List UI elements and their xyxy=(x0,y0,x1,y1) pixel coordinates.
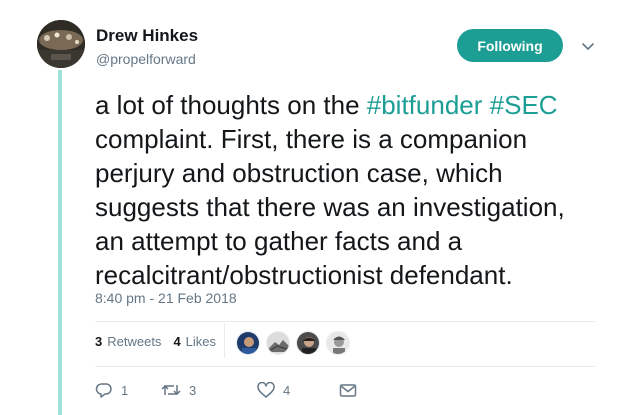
heart-icon xyxy=(257,381,275,398)
retweet-icon xyxy=(161,384,181,396)
liker-avatars xyxy=(236,331,356,355)
retweet-button[interactable]: 3 xyxy=(161,381,257,399)
likes-stat[interactable]: 4 Likes xyxy=(173,334,216,349)
thread-line xyxy=(58,70,62,415)
liker-avatar[interactable] xyxy=(266,331,290,355)
author-handle[interactable]: @propelforward xyxy=(96,51,196,67)
like-button[interactable]: 4 xyxy=(257,381,339,399)
tweet-text-line: recalcitrant/obstructionist defendant. xyxy=(95,260,513,290)
tweet-timestamp[interactable]: 8:40 pm - 21 Feb 2018 xyxy=(95,290,237,306)
divider xyxy=(95,366,595,367)
author-avatar[interactable] xyxy=(37,20,85,68)
tweet-text-line: perjury and obstruction case, which xyxy=(95,158,503,188)
tweet-text-line: complaint. First, there is a companion xyxy=(95,124,528,154)
liker-avatar[interactable] xyxy=(236,331,260,355)
following-button[interactable]: Following xyxy=(457,29,563,62)
tweet-actions: 1 3 4 xyxy=(95,381,357,399)
direct-message-button[interactable] xyxy=(339,383,357,398)
retweets-count: 3 xyxy=(95,334,103,349)
stats-separator xyxy=(224,323,225,358)
liker-avatar[interactable] xyxy=(326,331,350,355)
chevron-down-icon[interactable] xyxy=(580,38,596,54)
tweet-text-line: an attempt to gather facts and a xyxy=(95,226,463,256)
author-name[interactable]: Drew Hinkes xyxy=(96,26,198,46)
likes-count: 4 xyxy=(173,334,181,349)
reply-count: 1 xyxy=(121,382,129,398)
reply-button[interactable]: 1 xyxy=(95,381,161,399)
tweet-text: a lot of thoughts on the #bitfunder #SEC… xyxy=(95,88,615,292)
tweet-text-line: suggests that there was an investigation… xyxy=(95,192,565,222)
retweets-stat[interactable]: 3 Retweets xyxy=(95,334,161,349)
tweet-stats: 3 Retweets 4 Likes xyxy=(95,334,228,349)
reply-icon xyxy=(95,383,112,398)
envelope-icon xyxy=(339,383,357,397)
hashtag-link[interactable]: #bitfunder xyxy=(367,90,483,120)
retweets-label: Retweets xyxy=(107,334,162,349)
likes-label: Likes xyxy=(185,334,217,349)
liker-avatar[interactable] xyxy=(296,331,320,355)
retweet-count: 3 xyxy=(189,382,197,398)
hashtag-link[interactable]: #SEC xyxy=(490,90,558,120)
tweet-text-line: a lot of thoughts on the xyxy=(95,90,367,120)
divider xyxy=(95,321,595,322)
avatar-image xyxy=(37,20,85,68)
like-count: 4 xyxy=(283,382,291,398)
